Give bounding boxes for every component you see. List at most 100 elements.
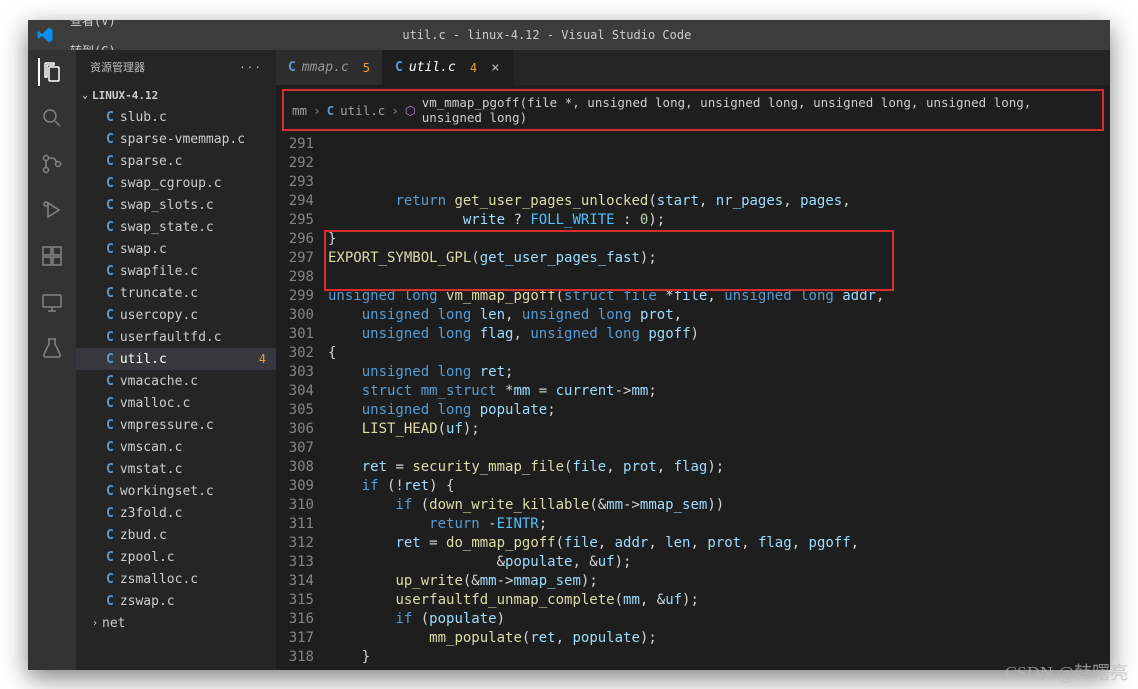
code-line: if (down_write_killable(&mm->mmap_sem)) bbox=[328, 496, 1110, 515]
file-name: workingset.c bbox=[120, 484, 214, 499]
code-line: unsigned long populate; bbox=[328, 401, 1110, 420]
c-file-icon: C bbox=[106, 286, 114, 301]
file-item[interactable]: Csparse-vmemmap.c bbox=[76, 128, 276, 150]
folder-item[interactable]: ›net bbox=[76, 612, 276, 634]
file-item[interactable]: Cvmalloc.c bbox=[76, 392, 276, 414]
file-list: Cslub.cCsparse-vmemmap.cCsparse.cCswap_c… bbox=[76, 106, 276, 670]
code-line: &populate, &uf); bbox=[328, 553, 1110, 572]
file-name: vmscan.c bbox=[120, 440, 183, 455]
file-name: util.c bbox=[120, 352, 167, 367]
problems-badge: 4 bbox=[470, 61, 477, 75]
breadcrumb[interactable]: mm › C util.c › ⬡ vm_mmap_pgoff(file *, … bbox=[282, 89, 1104, 131]
debug-icon[interactable] bbox=[38, 196, 66, 224]
code-line: if (!ret) { bbox=[328, 477, 1110, 496]
file-name: swap_state.c bbox=[120, 220, 214, 235]
c-file-icon: C bbox=[106, 594, 114, 609]
file-item[interactable]: Czpool.c bbox=[76, 546, 276, 568]
file-name: usercopy.c bbox=[120, 308, 198, 323]
extensions-icon[interactable] bbox=[38, 242, 66, 270]
chevron-right-icon: › bbox=[391, 103, 399, 118]
file-name: zpool.c bbox=[120, 550, 175, 565]
code-line: { bbox=[328, 344, 1110, 363]
code-line: unsigned long flag, unsigned long pgoff) bbox=[328, 325, 1110, 344]
explorer-icon[interactable] bbox=[38, 58, 66, 86]
file-name: vmstat.c bbox=[120, 462, 183, 477]
c-file-icon: C bbox=[106, 352, 114, 367]
c-file-icon: C bbox=[106, 242, 114, 257]
file-name: zswap.c bbox=[120, 594, 175, 609]
source-control-icon[interactable] bbox=[38, 150, 66, 178]
file-name: vmacache.c bbox=[120, 374, 198, 389]
code-line: unsigned long vm_mmap_pgoff(struct file … bbox=[328, 287, 1110, 306]
file-item[interactable]: Csparse.c bbox=[76, 150, 276, 172]
file-item[interactable]: Cvmpressure.c bbox=[76, 414, 276, 436]
file-item[interactable]: Cz3fold.c bbox=[76, 502, 276, 524]
folder-name: LINUX-4.12 bbox=[92, 89, 158, 102]
c-file-icon: C bbox=[106, 132, 114, 147]
file-name: slub.c bbox=[120, 110, 167, 125]
code-line: LIST_HEAD(uf); bbox=[328, 420, 1110, 439]
file-name: swap_slots.c bbox=[120, 198, 214, 213]
breadcrumb-segment: vm_mmap_pgoff(file *, unsigned long, uns… bbox=[422, 95, 1094, 125]
file-name: truncate.c bbox=[120, 286, 198, 301]
code-line: userfaultfd_unmap_complete(mm, &uf); bbox=[328, 591, 1110, 610]
file-item[interactable]: Czbud.c bbox=[76, 524, 276, 546]
c-file-icon: C bbox=[106, 308, 114, 323]
file-item[interactable]: Cvmscan.c bbox=[76, 436, 276, 458]
file-item[interactable]: Cworkingset.c bbox=[76, 480, 276, 502]
watermark: CSDN @韩曙亮 bbox=[1005, 659, 1128, 685]
breadcrumb-segment: util.c bbox=[340, 103, 385, 118]
file-item[interactable]: Cvmstat.c bbox=[76, 458, 276, 480]
file-item[interactable]: Cuserfaultfd.c bbox=[76, 326, 276, 348]
file-item[interactable]: Cswap_state.c bbox=[76, 216, 276, 238]
code-line: EXPORT_SYMBOL_GPL(get_user_pages_fast); bbox=[328, 249, 1110, 268]
c-file-icon: C bbox=[106, 176, 114, 191]
c-file-icon: C bbox=[106, 110, 114, 125]
breadcrumb-segment: mm bbox=[292, 103, 307, 118]
editor-area: Cmmap.c5 Cutil.c 4 × mm › C util.c › ⬡ vm_m… bbox=[276, 50, 1110, 670]
search-icon[interactable] bbox=[38, 104, 66, 132]
file-item[interactable]: Cutil.c4 bbox=[76, 348, 276, 370]
menubar: 文件(F)编辑(E)选择(S)查看(V)转到(G)运行(R)终端(T)帮助(H)… bbox=[28, 20, 1110, 50]
remote-icon[interactable] bbox=[38, 288, 66, 316]
code-line: write ? FOLL_WRITE : 0); bbox=[328, 211, 1110, 230]
c-file-icon: C bbox=[106, 330, 114, 345]
code-line: } bbox=[328, 230, 1110, 249]
code-line: ret = do_mmap_pgoff(file, addr, len, pro… bbox=[328, 534, 1110, 553]
c-file-icon: C bbox=[106, 550, 114, 565]
code-line: } bbox=[328, 648, 1110, 667]
code-editor[interactable]: 2912922932942952962972982993003013023033… bbox=[276, 135, 1110, 670]
folder-header[interactable]: ⌄ LINUX-4.12 bbox=[76, 84, 276, 106]
file-item[interactable]: Czsmalloc.c bbox=[76, 568, 276, 590]
code-content: return get_user_pages_unlocked(start, nr… bbox=[328, 135, 1110, 670]
editor-tab[interactable]: Cutil.c4× bbox=[383, 50, 512, 85]
file-item[interactable]: Ctruncate.c bbox=[76, 282, 276, 304]
c-file-icon: C bbox=[106, 572, 114, 587]
code-line: return -EINTR; bbox=[328, 515, 1110, 534]
file-item[interactable]: Czswap.c bbox=[76, 590, 276, 612]
line-numbers: 2912922932942952962972982993003013023033… bbox=[276, 135, 328, 670]
c-file-icon: C bbox=[106, 374, 114, 389]
c-file-icon: C bbox=[106, 220, 114, 235]
code-line: unsigned long len, unsigned long prot, bbox=[328, 306, 1110, 325]
menu-item[interactable]: 查看(V) bbox=[62, 20, 124, 35]
code-line: mm_populate(ret, populate); bbox=[328, 629, 1110, 648]
file-item[interactable]: Cslub.c bbox=[76, 106, 276, 128]
c-file-icon: C bbox=[327, 103, 335, 118]
file-item[interactable]: Cswap.c bbox=[76, 238, 276, 260]
file-item[interactable]: Cusercopy.c bbox=[76, 304, 276, 326]
file-item[interactable]: Cswap_slots.c bbox=[76, 194, 276, 216]
c-file-icon: C bbox=[106, 418, 114, 433]
code-line: if (populate) bbox=[328, 610, 1110, 629]
file-name: sparse.c bbox=[120, 154, 183, 169]
explorer-more-icon[interactable]: ··· bbox=[239, 61, 262, 74]
file-item[interactable]: Cswapfile.c bbox=[76, 260, 276, 282]
file-item[interactable]: Cvmacache.c bbox=[76, 370, 276, 392]
editor-tab[interactable]: Cmmap.c5 bbox=[276, 50, 383, 85]
explorer-title: 资源管理器 bbox=[90, 59, 145, 75]
code-line bbox=[328, 439, 1110, 458]
close-icon[interactable]: × bbox=[491, 60, 499, 76]
file-item[interactable]: Cswap_cgroup.c bbox=[76, 172, 276, 194]
testing-icon[interactable] bbox=[38, 334, 66, 362]
file-name: sparse-vmemmap.c bbox=[120, 132, 245, 147]
